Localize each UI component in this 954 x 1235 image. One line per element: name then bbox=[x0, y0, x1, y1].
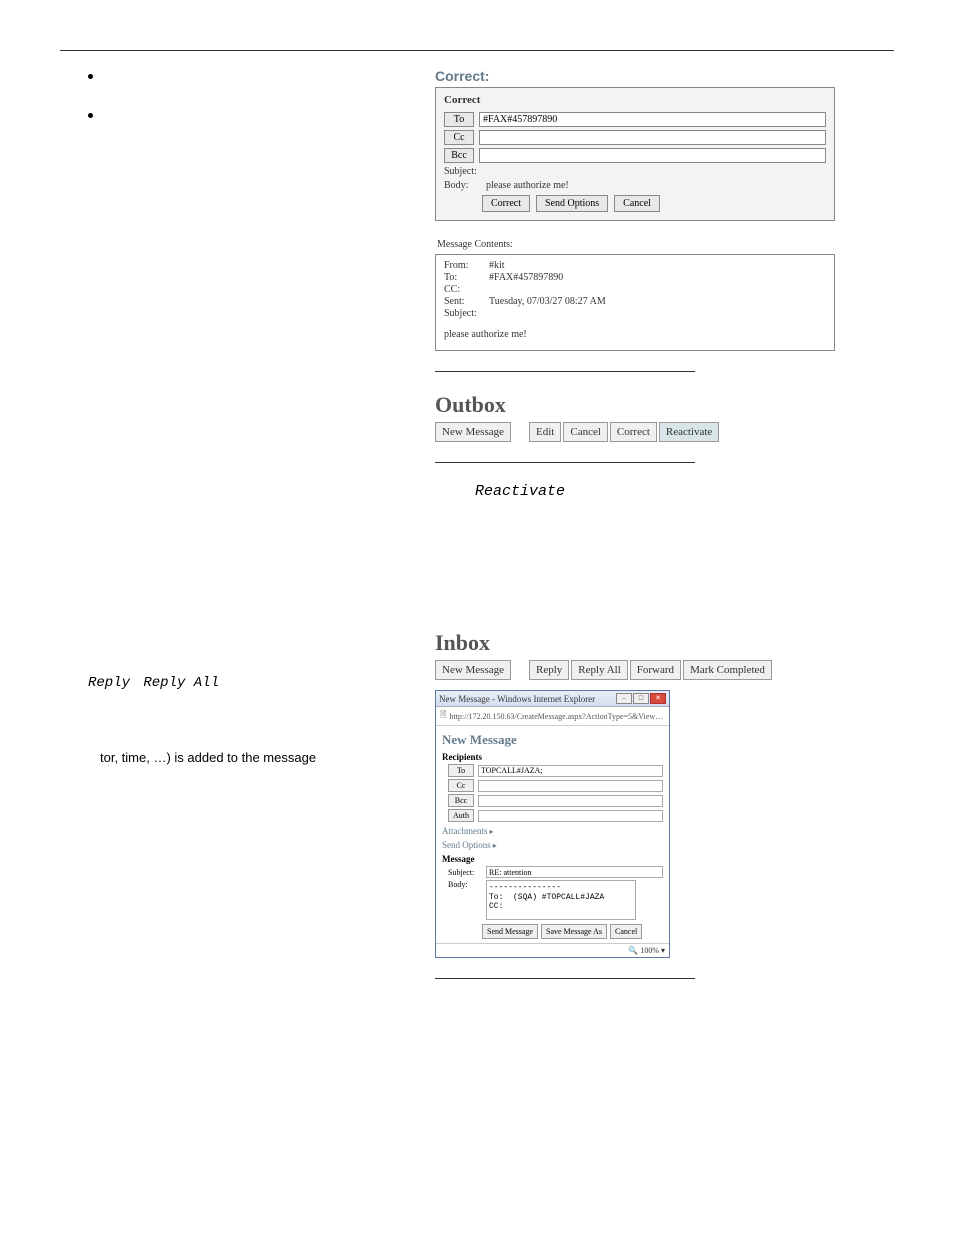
correct-heading: Correct: bbox=[435, 69, 835, 83]
from-label: From: bbox=[444, 260, 489, 271]
subject-label: Subject: bbox=[444, 308, 489, 319]
url-text: http://172.20.150.63/CreateMessage.aspx?… bbox=[449, 712, 665, 721]
maximize-icon[interactable]: □ bbox=[633, 693, 649, 704]
left-column bbox=[60, 69, 435, 510]
cc-input[interactable] bbox=[478, 780, 663, 792]
reactivate-text: Reactivate bbox=[475, 483, 835, 500]
cc-input[interactable] bbox=[479, 130, 826, 145]
bcc-input[interactable] bbox=[478, 795, 663, 807]
close-icon[interactable]: ✕ bbox=[650, 693, 666, 704]
bullet-text bbox=[109, 69, 112, 86]
chevron-right-icon bbox=[491, 840, 497, 850]
to-input[interactable] bbox=[478, 765, 663, 777]
message-contents-box: From:#kit To:#FAX#457897890 CC: Sent:Tue… bbox=[435, 254, 835, 351]
auth-button[interactable]: Auth bbox=[448, 809, 474, 822]
bullet-dot-icon bbox=[88, 74, 93, 79]
cc-label: CC: bbox=[444, 284, 489, 295]
correct-button[interactable]: Correct bbox=[610, 422, 657, 442]
attachments-link[interactable]: Attachments bbox=[442, 826, 663, 836]
new-message-heading: New Message bbox=[442, 732, 663, 748]
zoom-control[interactable]: 🔍 100% bbox=[628, 946, 665, 955]
right-column: Inbox New Message Reply Reply All Forwar… bbox=[435, 630, 835, 999]
reply-label: Reply bbox=[88, 675, 130, 691]
sent-value: Tuesday, 07/03/27 08:27 AM bbox=[489, 296, 606, 307]
to-button[interactable]: To bbox=[448, 764, 474, 777]
cancel-button[interactable]: Cancel bbox=[614, 195, 660, 212]
outbox-heading: Outbox bbox=[435, 392, 835, 418]
bullet-text bbox=[109, 108, 112, 125]
outbox-toolbar: New Message Edit Cancel Correct Reactiva… bbox=[435, 422, 835, 442]
sent-label: Sent: bbox=[444, 296, 489, 307]
cancel-button[interactable]: Cancel bbox=[610, 924, 642, 939]
subject-input[interactable] bbox=[486, 866, 663, 878]
status-bar: 🔍 100% bbox=[436, 943, 669, 957]
left-column: Reply Reply All tor, time, …) is added t… bbox=[60, 630, 435, 999]
correct-dialog-title: Correct bbox=[444, 94, 826, 106]
new-message-popup: New Message - Windows Internet Explorer … bbox=[435, 690, 670, 958]
separator bbox=[435, 978, 695, 979]
chevron-down-icon bbox=[661, 946, 665, 955]
address-bar[interactable]: 🗎 http://172.20.150.63/CreateMessage.asp… bbox=[436, 707, 669, 726]
reactivate-button[interactable]: Reactivate bbox=[659, 422, 719, 442]
reply-button[interactable]: Reply bbox=[529, 660, 569, 680]
to-label: To: bbox=[444, 272, 489, 283]
chevron-right-icon bbox=[488, 826, 494, 836]
mark-completed-button[interactable]: Mark Completed bbox=[683, 660, 772, 680]
body-value: please authorize me! bbox=[486, 180, 569, 191]
popup-title: New Message - Windows Internet Explorer bbox=[439, 694, 595, 704]
cancel-button[interactable]: Cancel bbox=[563, 422, 608, 442]
subject-label: Subject: bbox=[448, 868, 482, 877]
inbox-heading: Inbox bbox=[435, 630, 835, 656]
bcc-button[interactable]: Bcc bbox=[444, 148, 474, 163]
page-icon: 🗎 bbox=[440, 709, 446, 723]
cc-button[interactable]: Cc bbox=[448, 779, 474, 792]
correct-button[interactable]: Correct bbox=[482, 195, 530, 212]
body-textarea[interactable] bbox=[486, 880, 636, 920]
bullet-dot-icon bbox=[88, 113, 93, 118]
new-message-button[interactable]: New Message bbox=[435, 660, 511, 680]
correct-dialog: Correct To Cc Bcc Subject: Body: please … bbox=[435, 87, 835, 221]
truncated-paragraph: tor, time, …) is added to the message bbox=[60, 750, 425, 765]
cc-button[interactable]: Cc bbox=[444, 130, 474, 145]
to-button[interactable]: To bbox=[444, 112, 474, 127]
reply-all-label: Reply All bbox=[143, 675, 219, 691]
edit-button[interactable]: Edit bbox=[529, 422, 561, 442]
reply-all-button[interactable]: Reply All bbox=[571, 660, 627, 680]
send-message-button[interactable]: Send Message bbox=[482, 924, 538, 939]
save-message-as-button[interactable]: Save Message As bbox=[541, 924, 607, 939]
bullet-item bbox=[60, 69, 425, 86]
message-body-text: please authorize me! bbox=[444, 329, 826, 340]
message-contents-label: Message Contents: bbox=[437, 239, 835, 250]
page-top-rule bbox=[60, 50, 894, 51]
body-label: Body: bbox=[448, 880, 482, 889]
minimize-icon[interactable]: – bbox=[616, 693, 632, 704]
subject-label: Subject: bbox=[444, 166, 484, 177]
bcc-input[interactable] bbox=[479, 148, 826, 163]
separator bbox=[435, 462, 695, 463]
bcc-button[interactable]: Bcc bbox=[448, 794, 474, 807]
right-column: Correct: Correct To Cc Bcc Subject: Body… bbox=[435, 69, 835, 510]
inbox-toolbar: New Message Reply Reply All Forward Mark… bbox=[435, 660, 835, 680]
recipients-section-label: Recipients bbox=[442, 752, 663, 762]
send-options-link[interactable]: Send Options bbox=[442, 840, 663, 850]
new-message-button[interactable]: New Message bbox=[435, 422, 511, 442]
send-options-button[interactable]: Send Options bbox=[536, 195, 608, 212]
message-section-label: Message bbox=[442, 854, 663, 864]
auth-input[interactable] bbox=[478, 810, 663, 822]
separator bbox=[435, 371, 695, 372]
bullet-item bbox=[60, 108, 425, 125]
popup-titlebar: New Message - Windows Internet Explorer … bbox=[436, 691, 669, 707]
to-input[interactable] bbox=[479, 112, 826, 127]
from-value: #kit bbox=[489, 260, 505, 271]
forward-button[interactable]: Forward bbox=[630, 660, 681, 680]
body-label: Body: bbox=[444, 180, 484, 191]
to-value: #FAX#457897890 bbox=[489, 272, 563, 283]
